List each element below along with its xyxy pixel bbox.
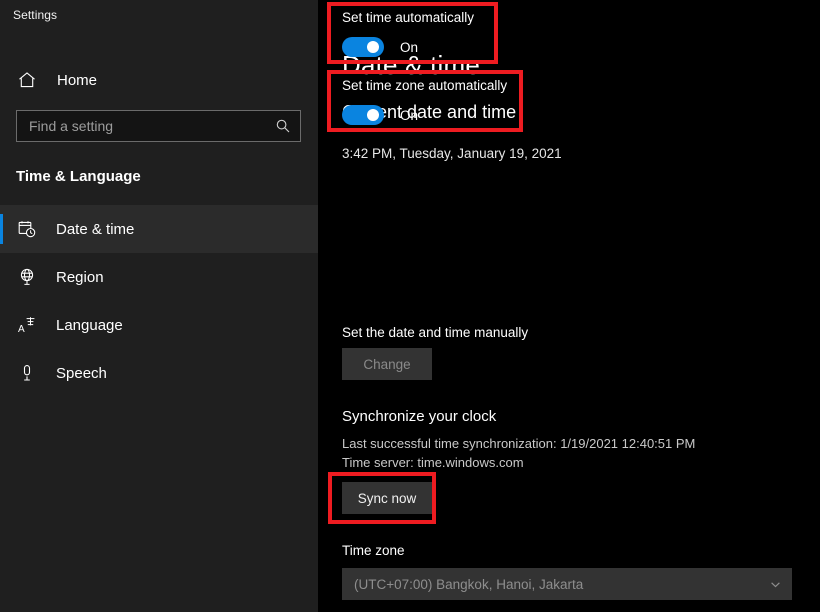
sidebar-item-date-and-time[interactable]: Date & time xyxy=(0,205,318,253)
settings-window: Settings Home Time & Language xyxy=(0,0,820,612)
set-time-automatically-state: On xyxy=(400,40,418,55)
language-icon: A xyxy=(16,314,38,336)
change-button[interactable]: Change xyxy=(342,348,432,380)
sidebar-item-label: Date & time xyxy=(56,221,134,238)
sidebar-category-title: Time & Language xyxy=(0,168,318,185)
sidebar-item-label: Region xyxy=(56,269,104,286)
microphone-icon xyxy=(16,362,38,384)
time-zone-dropdown[interactable]: (UTC+07:00) Bangkok, Hanoi, Jakarta xyxy=(342,568,792,600)
time-zone-value: (UTC+07:00) Bangkok, Hanoi, Jakarta xyxy=(354,577,768,592)
set-time-zone-automatically-label: Set time zone automatically xyxy=(342,78,507,93)
set-time-automatically-toggle[interactable] xyxy=(342,37,384,57)
globe-icon xyxy=(16,266,38,288)
window-title: Settings xyxy=(13,8,57,22)
sidebar-nav: Date & time Region A xyxy=(0,205,318,397)
set-time-automatically-label: Set time automatically xyxy=(342,10,474,25)
search-icon[interactable] xyxy=(274,117,292,135)
search-input[interactable] xyxy=(29,111,274,141)
set-manually-label: Set the date and time manually xyxy=(342,325,528,340)
sidebar-item-label: Language xyxy=(56,317,123,334)
sidebar-item-region[interactable]: Region xyxy=(0,253,318,301)
sidebar-item-home[interactable]: Home xyxy=(0,62,318,98)
last-sync-text: Last successful time synchronization: 1/… xyxy=(342,436,695,451)
time-zone-label: Time zone xyxy=(342,543,405,558)
sidebar-item-label: Speech xyxy=(56,365,107,382)
set-time-zone-automatically-group: Set time zone automatically On xyxy=(342,78,507,125)
sync-now-button[interactable]: Sync now xyxy=(342,482,432,514)
main-content: Date & time Current date and time 3:42 P… xyxy=(318,0,820,612)
set-time-zone-automatically-state: On xyxy=(400,108,418,123)
set-time-automatically-row: On xyxy=(342,37,474,57)
toggle-knob xyxy=(367,41,379,53)
search-box[interactable] xyxy=(16,110,301,142)
synchronize-heading: Synchronize your clock xyxy=(342,408,496,425)
toggle-knob xyxy=(367,109,379,121)
sidebar: Settings Home Time & Language xyxy=(0,0,318,612)
set-time-zone-automatically-row: On xyxy=(342,105,507,125)
set-time-zone-automatically-toggle[interactable] xyxy=(342,105,384,125)
current-date-time-value: 3:42 PM, Tuesday, January 19, 2021 xyxy=(342,146,820,161)
time-server-text: Time server: time.windows.com xyxy=(342,455,524,470)
sidebar-item-language[interactable]: A Language xyxy=(0,301,318,349)
title-bar: Settings xyxy=(0,0,318,30)
svg-text:A: A xyxy=(18,324,25,335)
home-label: Home xyxy=(57,72,97,89)
set-time-automatically-group: Set time automatically On xyxy=(342,10,474,57)
chevron-down-icon[interactable] xyxy=(768,577,782,591)
home-icon xyxy=(16,69,38,91)
calendar-clock-icon xyxy=(16,218,38,240)
sidebar-item-speech[interactable]: Speech xyxy=(0,349,318,397)
